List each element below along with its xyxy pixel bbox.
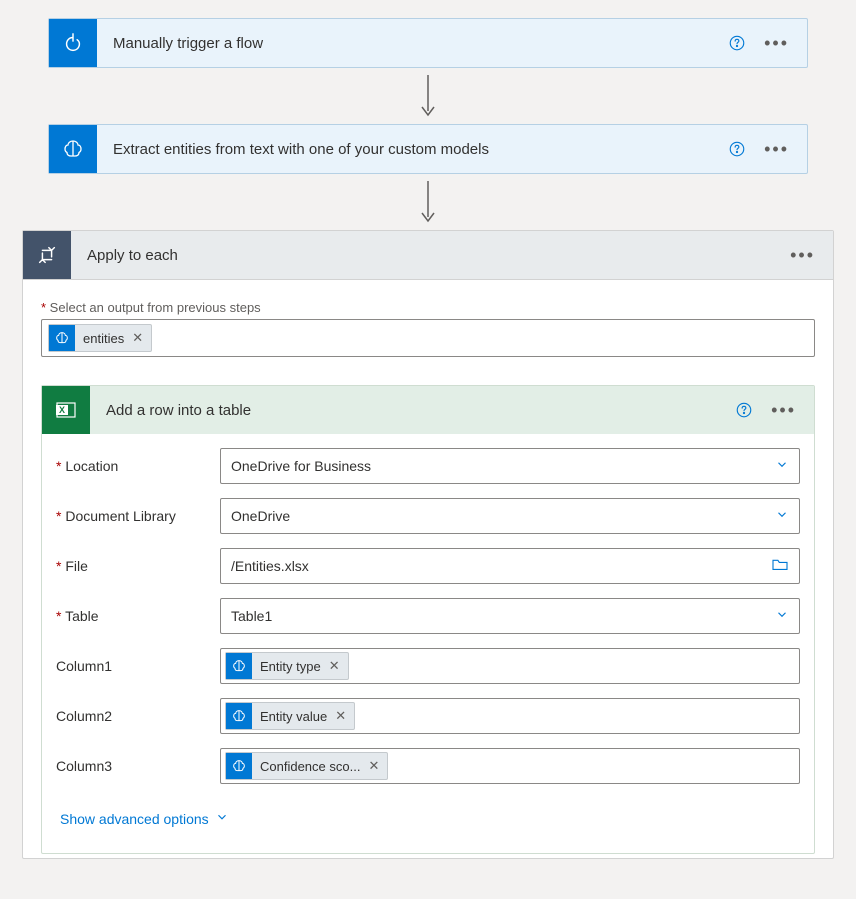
show-advanced-options-link[interactable]: Show advanced options — [56, 796, 229, 847]
excel-action-title: Add a row into a table — [90, 402, 735, 419]
chevron-down-icon — [775, 458, 789, 475]
apply-to-each-container: Apply to each ••• Select an output from … — [22, 230, 834, 859]
excel-action-header[interactable]: X Add a row into a table ••• — [42, 386, 814, 434]
more-icon[interactable]: ••• — [764, 34, 789, 52]
help-icon[interactable] — [728, 140, 746, 158]
trigger-icon — [49, 19, 97, 67]
token-label: Entity type — [260, 659, 321, 674]
library-select[interactable]: OneDrive — [220, 498, 800, 534]
excel-action-card: X Add a row into a table ••• Location — [41, 385, 815, 854]
extract-title: Extract entities from text with one of y… — [97, 141, 728, 158]
advanced-options-label: Show advanced options — [60, 811, 209, 827]
trigger-card[interactable]: Manually trigger a flow ••• — [48, 18, 808, 68]
column3-label: Column3 — [56, 758, 210, 774]
library-label: Document Library — [56, 508, 210, 524]
arrow-connector — [416, 68, 440, 124]
extract-card[interactable]: Extract entities from text with one of y… — [48, 124, 808, 174]
token-label: entities — [83, 331, 124, 346]
arrow-connector — [416, 174, 440, 230]
ai-brain-icon — [49, 325, 75, 351]
folder-icon[interactable] — [771, 558, 789, 575]
token-entities[interactable]: entities ✕ — [48, 324, 152, 352]
column1-label: Column1 — [56, 658, 210, 674]
svg-text:X: X — [59, 405, 65, 415]
more-icon[interactable]: ••• — [771, 401, 796, 419]
token-entity-value[interactable]: Entity value ✕ — [225, 702, 355, 730]
output-label: Select an output from previous steps — [41, 300, 815, 315]
apply-to-each-header[interactable]: Apply to each ••• — [23, 231, 833, 280]
location-value: OneDrive for Business — [231, 458, 371, 474]
token-confidence-score[interactable]: Confidence sco... ✕ — [225, 752, 388, 780]
file-label: File — [56, 558, 210, 574]
excel-icon: X — [42, 386, 90, 434]
close-icon[interactable]: ✕ — [335, 708, 346, 724]
library-value: OneDrive — [231, 508, 290, 524]
token-entity-type[interactable]: Entity type ✕ — [225, 652, 349, 680]
file-value: /Entities.xlsx — [231, 558, 309, 574]
table-label: Table — [56, 608, 210, 624]
ai-brain-icon — [226, 753, 252, 779]
column2-label: Column2 — [56, 708, 210, 724]
token-label: Confidence sco... — [260, 759, 360, 774]
loop-icon — [23, 231, 71, 279]
location-select[interactable]: OneDrive for Business — [220, 448, 800, 484]
help-icon[interactable] — [728, 34, 746, 52]
ai-brain-icon — [226, 703, 252, 729]
apply-to-each-title: Apply to each — [71, 247, 790, 264]
column3-input[interactable]: Confidence sco... ✕ — [220, 748, 800, 784]
chevron-down-icon — [215, 810, 229, 827]
column2-input[interactable]: Entity value ✕ — [220, 698, 800, 734]
token-label: Entity value — [260, 709, 327, 724]
location-label: Location — [56, 458, 210, 474]
help-icon[interactable] — [735, 401, 753, 419]
chevron-down-icon — [775, 508, 789, 525]
ai-brain-icon — [226, 653, 252, 679]
close-icon[interactable]: ✕ — [329, 658, 340, 674]
table-select[interactable]: Table1 — [220, 598, 800, 634]
more-icon[interactable]: ••• — [764, 140, 789, 158]
column1-input[interactable]: Entity type ✕ — [220, 648, 800, 684]
table-value: Table1 — [231, 608, 272, 624]
ai-brain-icon — [49, 125, 97, 173]
trigger-title: Manually trigger a flow — [97, 35, 728, 52]
more-icon[interactable]: ••• — [790, 246, 815, 264]
file-picker[interactable]: /Entities.xlsx — [220, 548, 800, 584]
output-token-input[interactable]: entities ✕ — [41, 319, 815, 357]
close-icon[interactable]: ✕ — [368, 758, 379, 774]
chevron-down-icon — [775, 608, 789, 625]
close-icon[interactable]: ✕ — [132, 330, 143, 346]
